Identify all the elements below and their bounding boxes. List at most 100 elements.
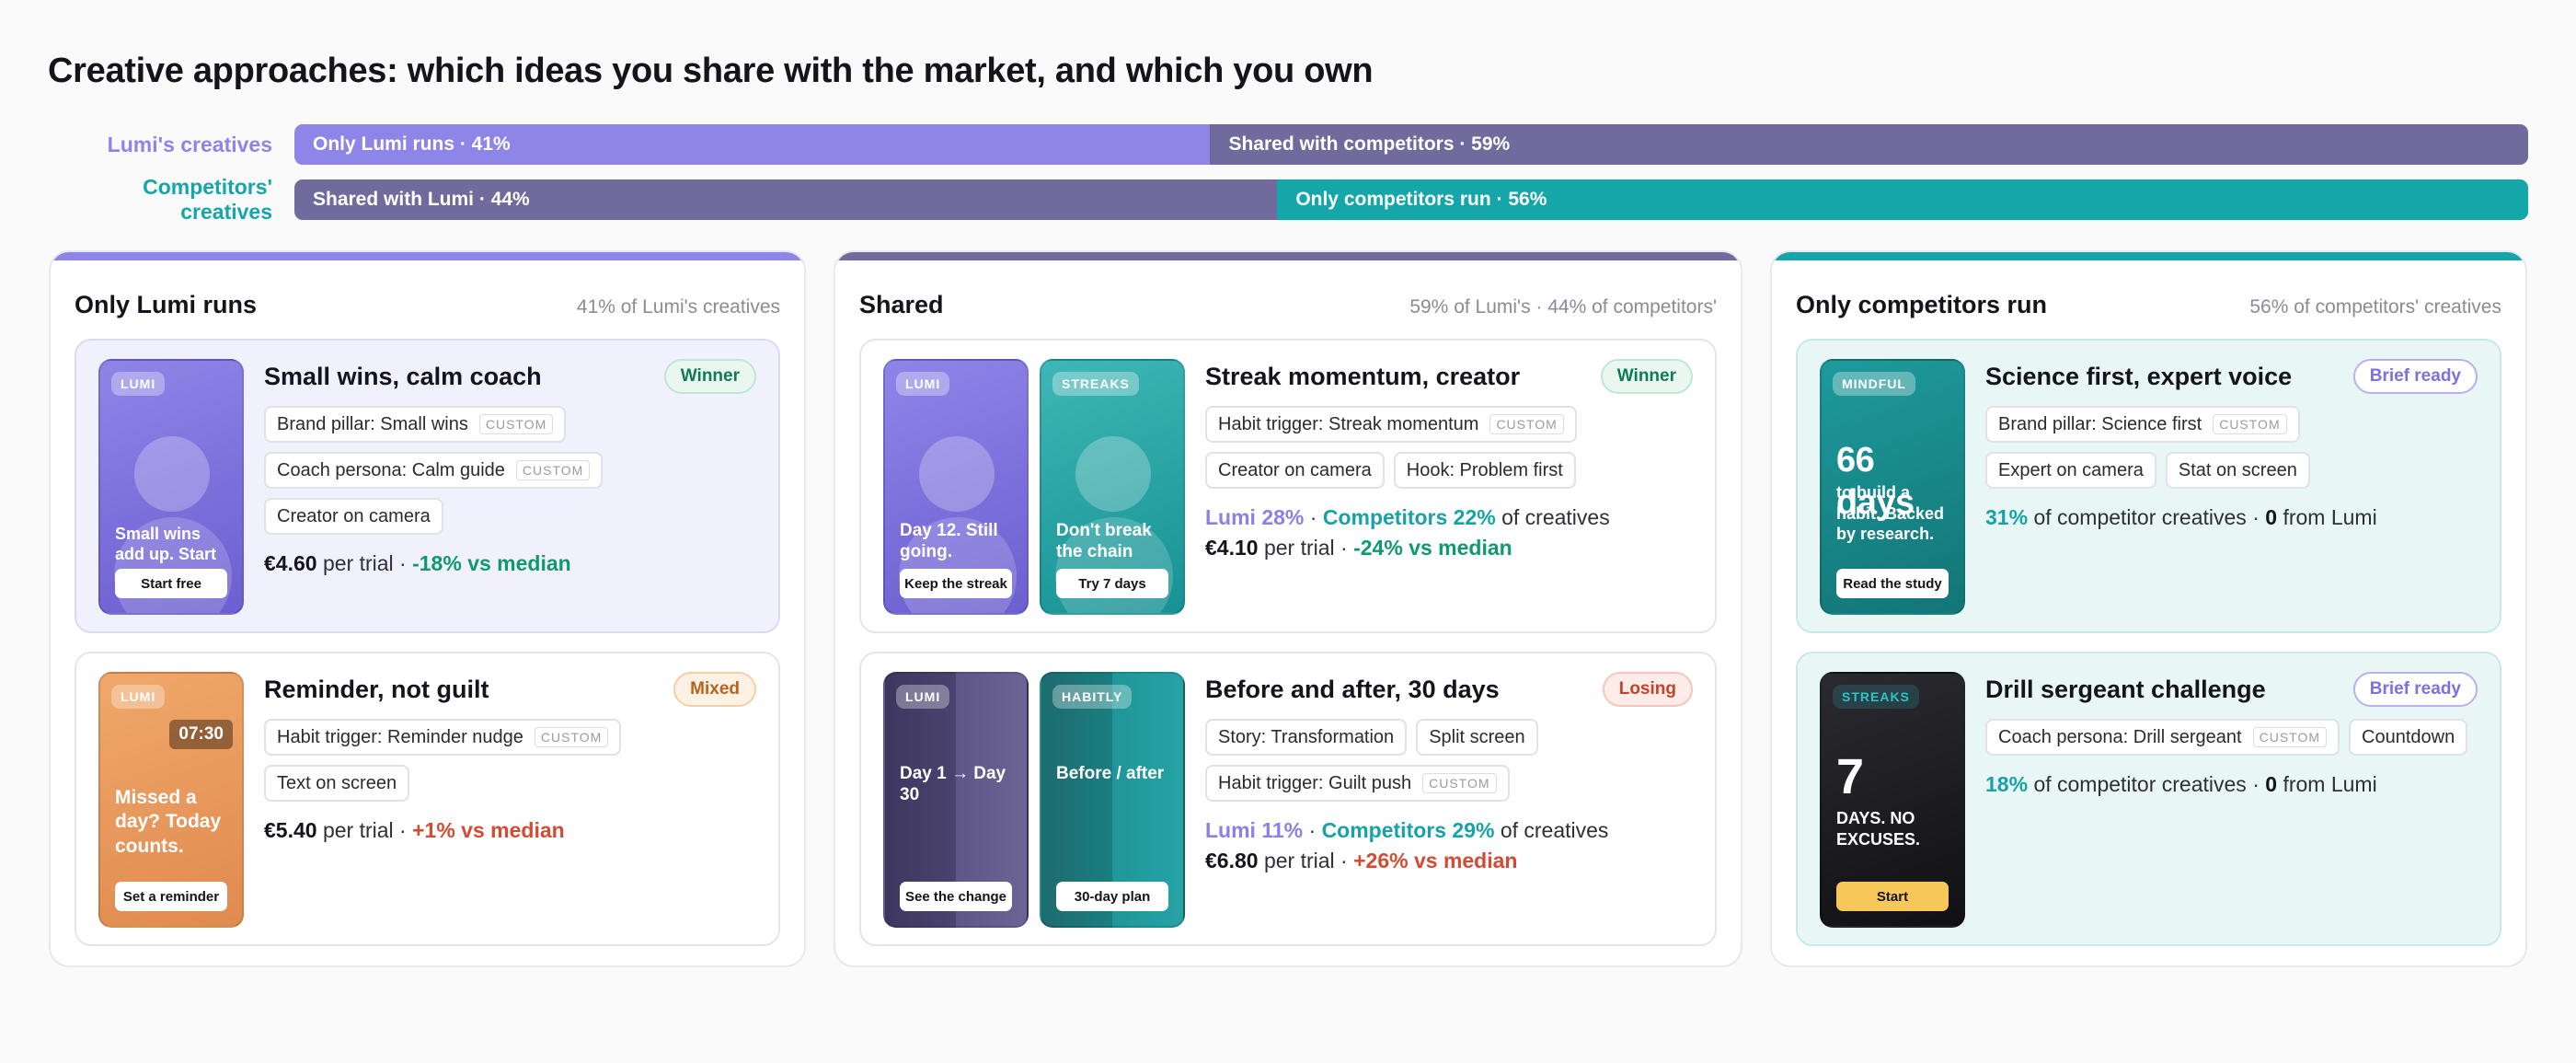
creative-thumbnail[interactable]: STREAKS 7 DAYS. NO EXCUSES. Start bbox=[1820, 672, 1965, 928]
tag-chip[interactable]: Story: Transformation bbox=[1205, 719, 1408, 756]
custom-badge: CUSTOM bbox=[515, 460, 591, 480]
thumb-cta: 30-day plan bbox=[1056, 882, 1168, 911]
creative-card-drill-sergeant[interactable]: STREAKS 7 DAYS. NO EXCUSES. Start Drill … bbox=[1796, 652, 2501, 946]
custom-badge: CUSTOM bbox=[2213, 414, 2287, 434]
page-title: Creative approaches: which ideas you sha… bbox=[48, 52, 1374, 90]
tag-chip[interactable]: Expert on camera bbox=[1985, 452, 2156, 489]
panel-accent bbox=[1772, 252, 2525, 260]
avatar bbox=[1075, 436, 1151, 512]
cost-metric: €6.80 per trial · +26% vs median bbox=[1205, 849, 1518, 872]
tag-chip[interactable]: Stat on screen bbox=[2165, 452, 2310, 489]
tag-chip[interactable]: Brand pillar: Small wins CUSTOM bbox=[264, 406, 567, 443]
tag-chip[interactable]: Countdown bbox=[2349, 719, 2468, 756]
thumb-big-stat: 7 bbox=[1836, 749, 1865, 804]
panel-title: Only competitors run bbox=[1796, 291, 2048, 318]
creative-card-streak-momentum[interactable]: LUMI Day 12. Still going. Keep the strea… bbox=[859, 339, 1717, 633]
creative-thumbnail[interactable]: LUMI Small wins add up. Start with… Star… bbox=[98, 359, 244, 615]
brand-tag: LUMI bbox=[896, 685, 950, 709]
panel-subtitle: 41% of Lumi's creatives bbox=[576, 296, 780, 318]
creative-thumbnail[interactable]: LUMI 07:30 Missed a day? Today counts. S… bbox=[98, 672, 244, 928]
lumi-bar-track: Only Lumi runs · 41% Shared with competi… bbox=[294, 124, 2528, 165]
tag-chip[interactable]: Hook: Problem first bbox=[1393, 452, 1576, 489]
competitors-bar-label: Competitors' creatives bbox=[143, 175, 272, 224]
panel-title: Shared bbox=[859, 291, 944, 318]
brief-ready-badge[interactable]: Brief ready bbox=[2352, 672, 2478, 707]
panel-accent bbox=[835, 252, 1741, 260]
tag-chip[interactable]: Creator on camera bbox=[1205, 452, 1385, 489]
cost-metric: €5.40 per trial · +1% vs median bbox=[264, 818, 565, 842]
lumi-split-bar: Lumi's creatives Only Lumi runs · 41% Sh… bbox=[48, 124, 2528, 165]
competitors-shared-segment[interactable]: Shared with Lumi · 44% bbox=[294, 179, 1278, 220]
panel-subtitle: 59% of Lumi's · 44% of competitors' bbox=[1409, 296, 1717, 318]
status-badge: Mixed bbox=[673, 672, 756, 707]
tag-chip[interactable]: Habit trigger: Streak momentum CUSTOM bbox=[1205, 406, 1577, 443]
tag-chip[interactable]: Brand pillar: Science first CUSTOM bbox=[1985, 406, 2300, 443]
thumb-headline: Day 1 → Day 30 bbox=[900, 764, 1006, 804]
thumb-cta: Set a reminder bbox=[115, 882, 227, 911]
creative-thumbnail[interactable]: MINDFUL 66 days to build a habit. Backed… bbox=[1820, 359, 1965, 615]
share-metric: Lumi 11% · Competitors 29% of creatives bbox=[1205, 818, 1609, 842]
brief-ready-badge[interactable]: Brief ready bbox=[2352, 359, 2478, 394]
avatar bbox=[134, 436, 210, 512]
share-metric: 31% of competitor creatives · 0 from Lum… bbox=[1985, 505, 2377, 529]
share-metric: 18% of competitor creatives · 0 from Lum… bbox=[1985, 772, 2377, 796]
thumb-headline: Day 12. Still going. bbox=[900, 521, 998, 561]
clock-time: 07:30 bbox=[169, 720, 233, 749]
tag-chip[interactable]: Coach persona: Drill sergeant CUSTOM bbox=[1985, 719, 2340, 756]
tag-chip[interactable]: Coach persona: Calm guide CUSTOM bbox=[264, 452, 604, 489]
thumb-headline: Missed a day? Today counts. bbox=[115, 787, 222, 857]
avatar bbox=[919, 436, 995, 512]
tag-chip[interactable]: Text on screen bbox=[264, 765, 410, 802]
lumi-thumbnail[interactable]: LUMI Day 12. Still going. Keep the strea… bbox=[883, 359, 1029, 615]
brand-tag: STREAKS bbox=[1052, 372, 1139, 396]
brand-tag: LUMI bbox=[896, 372, 950, 396]
competitor-thumbnail[interactable]: STREAKS Don't break the chain Try 7 days bbox=[1040, 359, 1185, 615]
thumb-headline: Before / after bbox=[1056, 764, 1165, 783]
thumb-cta: See the change bbox=[900, 882, 1012, 911]
tag-chip[interactable]: Creator on camera bbox=[264, 498, 443, 535]
thumb-cta: Read the study bbox=[1836, 569, 1949, 598]
thumb-cta: Try 7 days bbox=[1056, 569, 1168, 598]
panel-lumi-only: Only Lumi runs 41% of Lumi's creatives L… bbox=[49, 250, 806, 967]
custom-badge: CUSTOM bbox=[478, 414, 554, 434]
custom-badge: CUSTOM bbox=[1489, 414, 1564, 434]
panel-accent bbox=[51, 252, 804, 260]
thumb-cta: Keep the streak bbox=[900, 569, 1012, 598]
competitors-split-bar: Competitors' creatives Shared with Lumi … bbox=[48, 175, 2528, 224]
creative-card-before-after[interactable]: LUMI Day 1 → Day 30 See the change HABIT… bbox=[859, 652, 1717, 946]
share-metric: Lumi 28% · Competitors 22% of creatives bbox=[1205, 505, 1610, 529]
thumb-headline: to build a habit. Backed by research. bbox=[1836, 483, 1945, 543]
cost-metric: €4.10 per trial · -24% vs median bbox=[1205, 536, 1512, 560]
creative-card-reminder[interactable]: LUMI 07:30 Missed a day? Today counts. S… bbox=[75, 652, 780, 946]
custom-badge: CUSTOM bbox=[534, 727, 609, 747]
thumb-headline: DAYS. NO EXCUSES. bbox=[1836, 809, 1921, 849]
brand-tag: MINDFUL bbox=[1833, 372, 1915, 396]
panel-competitors-only: Only competitors run 56% of competitors'… bbox=[1770, 250, 2527, 967]
thumb-headline: Small wins add up. Start with… bbox=[115, 525, 217, 565]
competitors-only-segment[interactable]: Only competitors run · 56% bbox=[1277, 179, 2528, 220]
creative-card-science-first[interactable]: MINDFUL 66 days to build a habit. Backed… bbox=[1796, 339, 2501, 633]
thumb-cta: Start free bbox=[115, 569, 227, 598]
cost-metric: €4.60 per trial · -18% vs median bbox=[264, 551, 571, 575]
lumi-thumbnail[interactable]: LUMI Day 1 → Day 30 See the change bbox=[883, 672, 1029, 928]
custom-badge: CUSTOM bbox=[1422, 773, 1497, 793]
brand-tag: STREAKS bbox=[1833, 685, 1919, 709]
thumb-cta: Start bbox=[1836, 882, 1949, 911]
status-badge: Winner bbox=[663, 359, 756, 394]
panel-title: Only Lumi runs bbox=[75, 291, 258, 318]
tag-chip[interactable]: Habit trigger: Guilt push CUSTOM bbox=[1205, 765, 1510, 802]
tag-chip[interactable]: Split screen bbox=[1416, 719, 1538, 756]
competitor-thumbnail[interactable]: HABITLY Before / after 30-day plan bbox=[1040, 672, 1185, 928]
brand-tag: LUMI bbox=[111, 372, 166, 396]
brand-tag: LUMI bbox=[111, 685, 166, 709]
lumi-shared-segment[interactable]: Shared with competitors · 59% bbox=[1210, 124, 2528, 165]
status-badge: Winner bbox=[1600, 359, 1693, 394]
creative-card-small-wins[interactable]: LUMI Small wins add up. Start with… Star… bbox=[75, 339, 780, 633]
brand-tag: HABITLY bbox=[1052, 685, 1133, 709]
custom-badge: CUSTOM bbox=[2252, 727, 2328, 747]
status-badge: Losing bbox=[1602, 672, 1693, 707]
lumi-bar-label: Lumi's creatives bbox=[107, 132, 272, 156]
tag-chip[interactable]: Habit trigger: Reminder nudge CUSTOM bbox=[264, 719, 622, 756]
thumb-headline: Don't break the chain bbox=[1056, 521, 1152, 561]
lumi-only-segment[interactable]: Only Lumi runs · 41% bbox=[294, 124, 1211, 165]
